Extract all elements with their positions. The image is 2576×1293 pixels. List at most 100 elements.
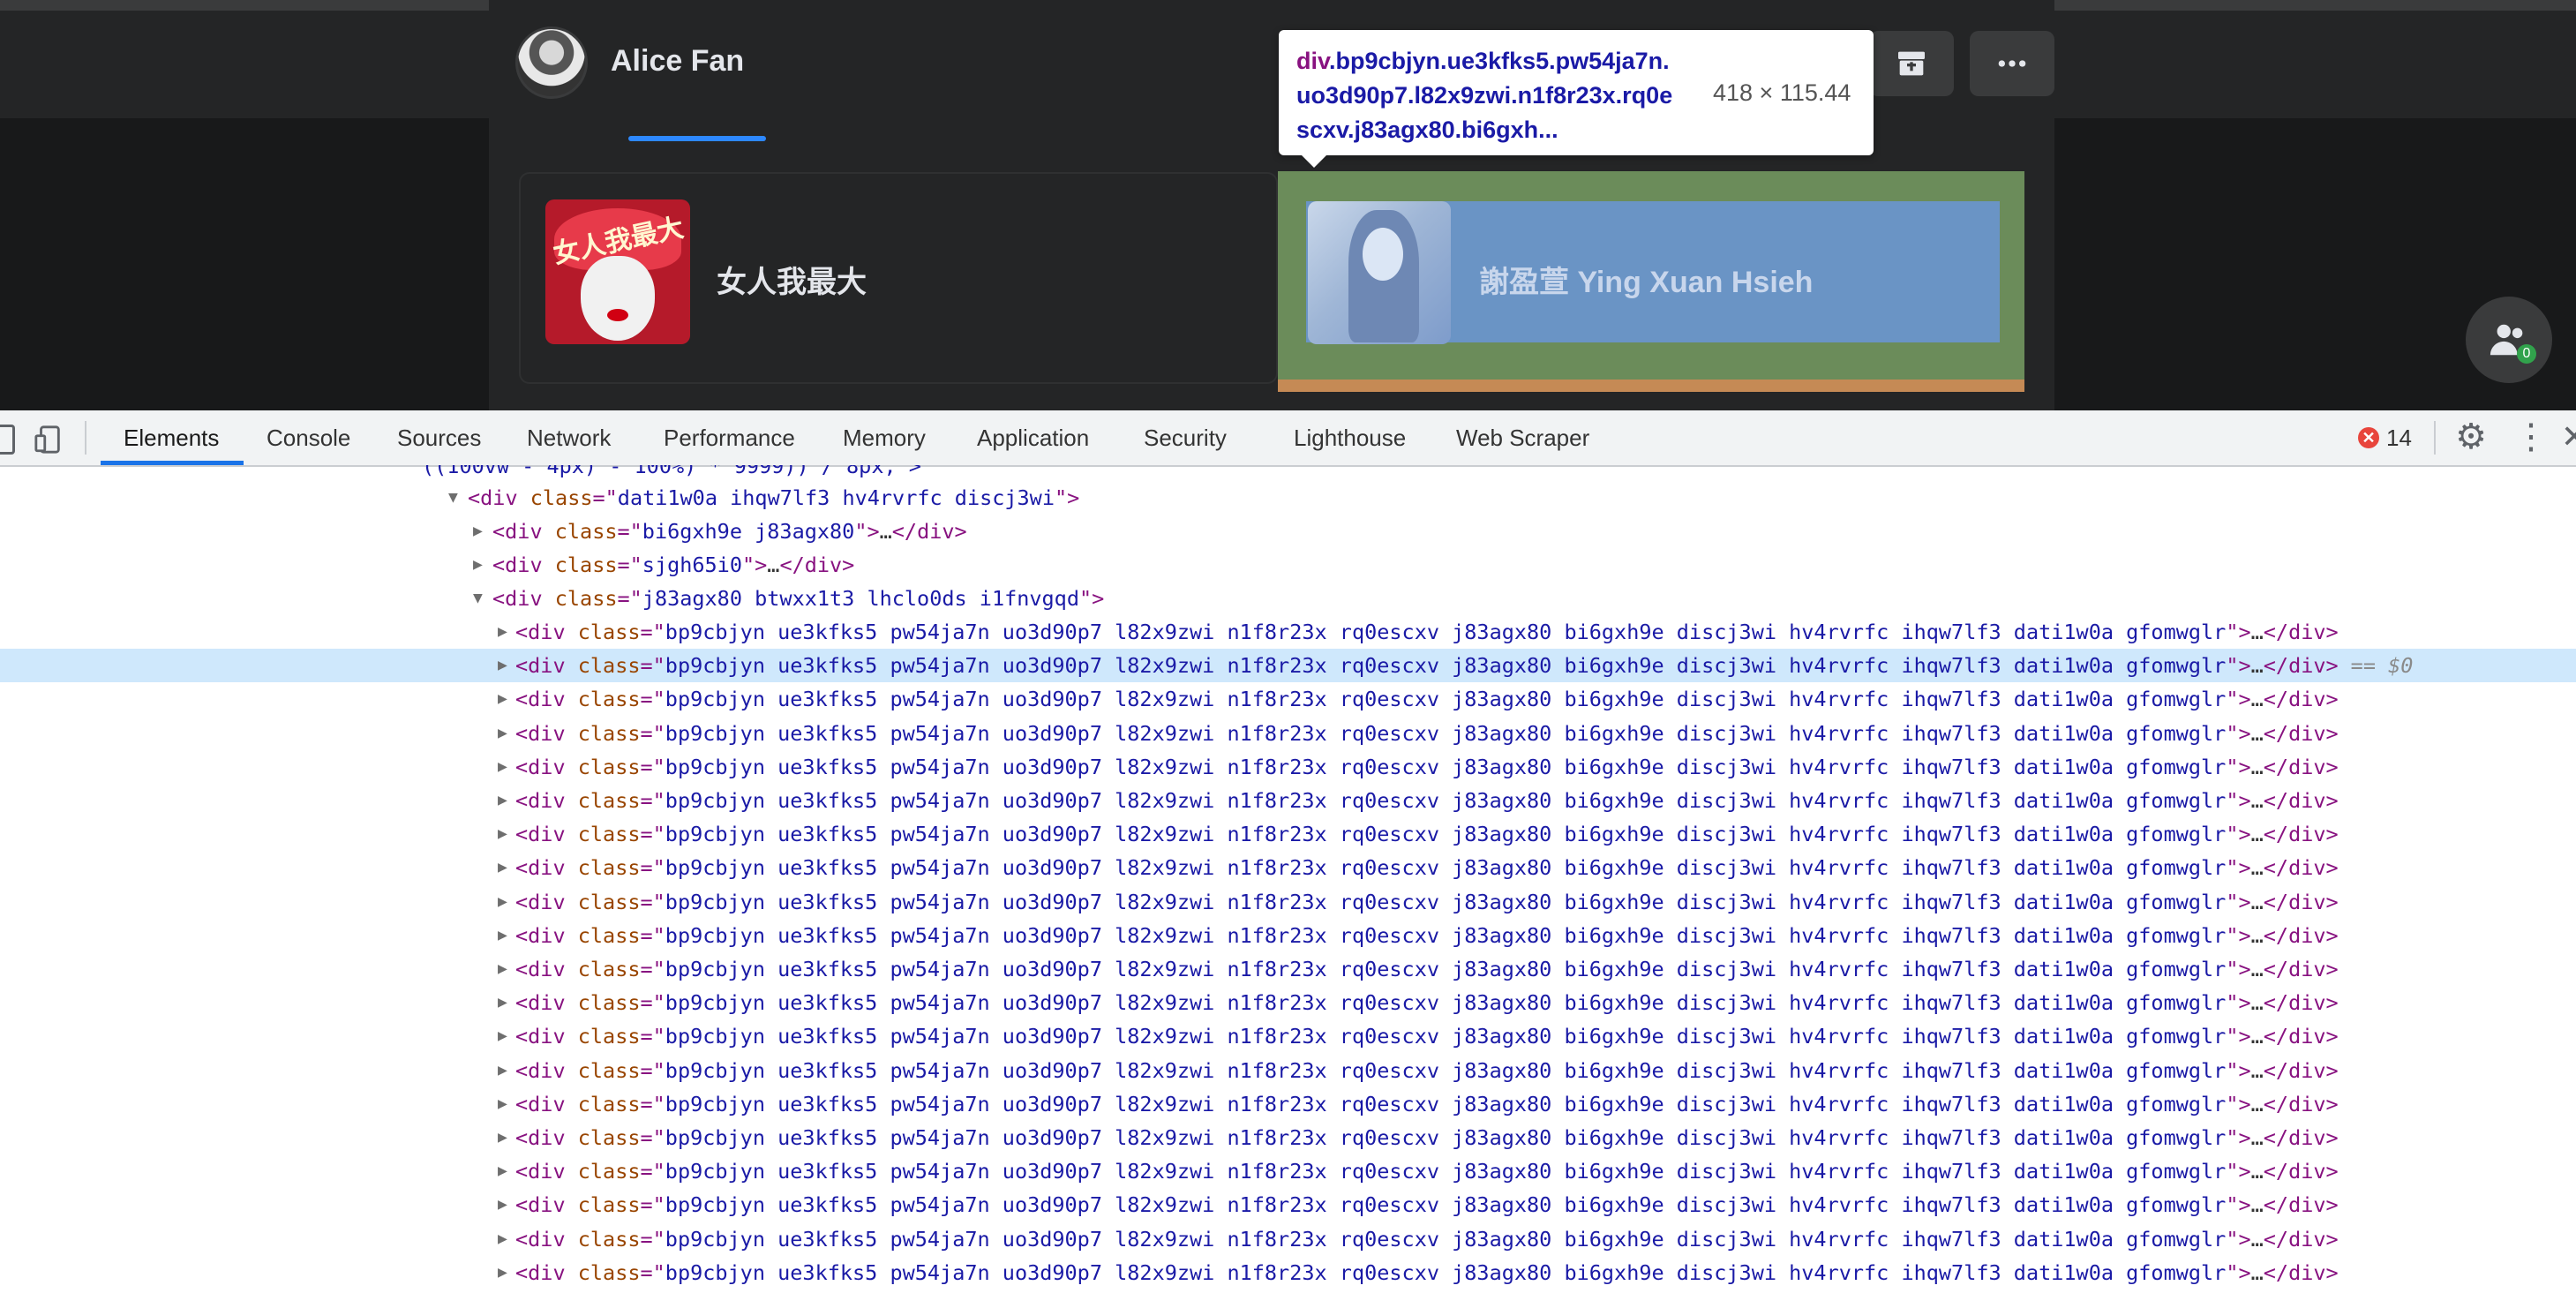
settings-gear-icon[interactable]: ⚙ xyxy=(2453,419,2489,455)
thumbnail-face xyxy=(1363,228,1403,281)
dom-line[interactable]: ▶ <div class="bp9cbjyn ue3kfks5 pw54ja7n … xyxy=(0,717,2576,750)
elements-dom-tree[interactable]: ((100vw - 4px) - 100%) * 9999)) / 8px;">… xyxy=(0,465,2576,1293)
dom-line[interactable]: ▶ <div class="bp9cbjyn ue3kfks5 pw54ja7n … xyxy=(0,851,2576,884)
dom-line[interactable]: ▶ <div class="sjgh65i0">…</div> xyxy=(0,548,2576,582)
online-count-badge: 0 xyxy=(2517,344,2536,364)
class-value: j83agx80 btwxx1t3 lhclo0ds i1fnvgqd xyxy=(642,586,1079,611)
dom-line[interactable]: ▶ <div class="bp9cbjyn ue3kfks5 pw54ja7n … xyxy=(0,817,2576,851)
expand-triangle-icon[interactable]: ▶ xyxy=(473,548,483,582)
expand-triangle-icon[interactable]: ▶ xyxy=(498,1222,507,1256)
expand-triangle-icon[interactable]: ▶ xyxy=(498,717,507,750)
dom-node: <div class="bp9cbjyn ue3kfks5 pw54ja7n u… xyxy=(515,653,2414,679)
class-value: bp9cbjyn ue3kfks5 pw54ja7n uo3d90p7 l82x… xyxy=(665,922,2227,948)
friends-activity-button[interactable]: 0 xyxy=(2466,297,2552,383)
expand-triangle-icon[interactable]: ▶ xyxy=(498,1154,507,1188)
dom-line[interactable]: ▶ <div class="bp9cbjyn ue3kfks5 pw54ja7n … xyxy=(0,1188,2576,1222)
dom-line[interactable]: ▶ <div class="bp9cbjyn ue3kfks5 pw54ja7n … xyxy=(0,784,2576,817)
tab-console[interactable]: Console xyxy=(267,410,350,465)
friend-name[interactable]: 謝盈萱 Ying Xuan Hsieh xyxy=(1479,258,1813,301)
expand-triangle-icon[interactable]: ▶ xyxy=(498,885,507,919)
expand-triangle-icon[interactable]: ▶ xyxy=(498,784,507,817)
dom-line[interactable]: ▶ <div class="bp9cbjyn ue3kfks5 pw54ja7n … xyxy=(0,682,2576,716)
dom-node: <div class="bp9cbjyn ue3kfks5 pw54ja7n u… xyxy=(515,1091,2339,1116)
tab-sources[interactable]: Sources xyxy=(397,410,481,465)
expand-triangle-icon[interactable]: ▶ xyxy=(498,1188,507,1222)
expand-triangle-icon[interactable]: ▶ xyxy=(498,750,507,784)
dom-line[interactable]: ▶ <div class="bp9cbjyn ue3kfks5 pw54ja7n … xyxy=(0,919,2576,952)
expand-triangle-icon[interactable]: ▶ xyxy=(498,1054,507,1087)
tooltip-tag: div xyxy=(1296,48,1330,74)
inspect-element-icon[interactable] xyxy=(0,425,15,455)
dom-node: <div class="bi6gxh9e j83agx80">…</div> xyxy=(492,519,967,544)
expand-triangle-icon[interactable]: ▶ xyxy=(498,1121,507,1154)
more-vertical-icon[interactable]: ⋮ xyxy=(2513,419,2549,455)
profile-avatar[interactable] xyxy=(515,26,588,99)
tab-lighthouse[interactable]: Lighthouse xyxy=(1294,410,1406,465)
dom-line[interactable]: ▼ <div class="j83agx80 btwxx1t3 lhclo0ds… xyxy=(0,582,2576,615)
expand-triangle-icon[interactable]: ▶ xyxy=(498,649,507,682)
dom-line[interactable]: ▶ <div class="bp9cbjyn ue3kfks5 pw54ja7n … xyxy=(0,750,2576,784)
expand-triangle-icon[interactable]: ▶ xyxy=(498,1087,507,1121)
dom-line[interactable]: ▶ <div class="bp9cbjyn ue3kfks5 pw54ja7n … xyxy=(0,1256,2576,1289)
class-value: sjgh65i0 xyxy=(642,553,742,577)
tab-performance[interactable]: Performance xyxy=(664,410,795,465)
tab-network[interactable]: Network xyxy=(527,410,611,465)
dom-line[interactable]: ▶ <div class="bp9cbjyn ue3kfks5 pw54ja7n … xyxy=(0,615,2576,649)
dom-line[interactable]: ▶ <div class="bp9cbjyn ue3kfks5 pw54ja7n … xyxy=(0,1121,2576,1154)
device-toolbar-icon[interactable] xyxy=(34,425,64,455)
ellipsis: … xyxy=(2250,1159,2264,1184)
group-thumbnail[interactable]: 女人我最大 xyxy=(545,199,690,344)
collapse-triangle-icon[interactable]: ▼ xyxy=(448,481,458,515)
error-count[interactable]: 14 xyxy=(2386,410,2412,465)
dom-node: <div class="sjgh65i0">…</div> xyxy=(492,553,855,577)
class-value: bp9cbjyn ue3kfks5 pw54ja7n uo3d90p7 l82x… xyxy=(665,1159,2227,1184)
class-value: bp9cbjyn ue3kfks5 pw54ja7n uo3d90p7 l82x… xyxy=(665,1024,2227,1049)
expand-triangle-icon[interactable]: ▶ xyxy=(498,1256,507,1289)
dom-node: <div class="bp9cbjyn ue3kfks5 pw54ja7n u… xyxy=(515,788,2339,813)
dom-line[interactable]: ▶ <div class="bp9cbjyn ue3kfks5 pw54ja7n … xyxy=(0,1222,2576,1256)
class-value: bp9cbjyn ue3kfks5 pw54ja7n uo3d90p7 l82x… xyxy=(665,957,2227,981)
profile-name[interactable]: Alice Fan xyxy=(611,44,744,79)
expand-triangle-icon[interactable]: ▶ xyxy=(498,682,507,716)
dom-line[interactable]: ((100vw - 4px) - 100%) * 9999)) / 8px;"> xyxy=(0,465,2576,483)
expand-triangle-icon[interactable]: ▶ xyxy=(498,986,507,1019)
dom-line[interactable]: ▶ <div class="bp9cbjyn ue3kfks5 pw54ja7n … xyxy=(0,1154,2576,1188)
collapse-triangle-icon[interactable]: ▼ xyxy=(473,582,483,615)
error-icon[interactable]: ✕ xyxy=(2358,427,2379,448)
dom-line[interactable]: ▶ <div class="bp9cbjyn ue3kfks5 pw54ja7n … xyxy=(0,885,2576,919)
tab-memory[interactable]: Memory xyxy=(843,410,926,465)
expand-triangle-icon[interactable]: ▶ xyxy=(498,1019,507,1053)
close-icon[interactable]: ✕ xyxy=(2561,419,2576,455)
expand-triangle-icon[interactable]: ▶ xyxy=(498,851,507,884)
ellipsis: … xyxy=(767,553,780,577)
tab-security[interactable]: Security xyxy=(1144,410,1227,465)
dom-node: <div class="bp9cbjyn ue3kfks5 pw54ja7n u… xyxy=(515,855,2339,881)
dom-line[interactable]: ▶ <div class="bp9cbjyn ue3kfks5 pw54ja7n … xyxy=(0,952,2576,986)
expand-triangle-icon[interactable]: ▶ xyxy=(498,817,507,851)
more-options-button[interactable] xyxy=(1970,31,2054,96)
dom-node: <div class="j83agx80 btwxx1t3 lhclo0ds i… xyxy=(492,586,1105,611)
friend-thumbnail[interactable] xyxy=(1308,201,1451,344)
dom-node: <div class="bp9cbjyn ue3kfks5 pw54ja7n u… xyxy=(515,720,2339,746)
dom-line[interactable]: ▶ <div class="bi6gxh9e j83agx80">…</div> xyxy=(0,515,2576,548)
dom-node: <div class="bp9cbjyn ue3kfks5 pw54ja7n u… xyxy=(515,1024,2339,1049)
ellipsis: … xyxy=(2250,990,2264,1016)
archive-box-icon xyxy=(1898,51,1925,76)
expand-triangle-icon[interactable]: ▶ xyxy=(473,515,483,548)
group-name[interactable]: 女人我最大 xyxy=(717,258,867,301)
tab-web-scraper[interactable]: Web Scraper xyxy=(1456,410,1589,465)
tab-application[interactable]: Application xyxy=(977,410,1089,465)
dom-line[interactable]: ▶ <div class="bp9cbjyn ue3kfks5 pw54ja7n … xyxy=(0,1087,2576,1121)
tab-elements[interactable]: Elements xyxy=(124,410,219,465)
expand-triangle-icon[interactable]: ▶ xyxy=(498,952,507,986)
dom-node: <div class="bp9cbjyn ue3kfks5 pw54ja7n u… xyxy=(515,957,2339,981)
dom-line[interactable]: ▶ <div class="bp9cbjyn ue3kfks5 pw54ja7n … xyxy=(0,1019,2576,1053)
archive-button[interactable] xyxy=(1869,31,1954,96)
expand-triangle-icon[interactable]: ▶ xyxy=(498,919,507,952)
dom-line[interactable]: ▼ <div class="dati1w0a ihqw7lf3 hv4rvrfc… xyxy=(0,481,2576,515)
dom-line-selected[interactable]: ▶ <div class="bp9cbjyn ue3kfks5 pw54ja7n … xyxy=(0,649,2576,683)
expand-triangle-icon[interactable]: ▶ xyxy=(498,615,507,649)
dom-line[interactable]: ▶ <div class="bp9cbjyn ue3kfks5 pw54ja7n … xyxy=(0,986,2576,1019)
ellipsis: … xyxy=(2250,653,2264,679)
dom-line[interactable]: ▶ <div class="bp9cbjyn ue3kfks5 pw54ja7n … xyxy=(0,1054,2576,1087)
